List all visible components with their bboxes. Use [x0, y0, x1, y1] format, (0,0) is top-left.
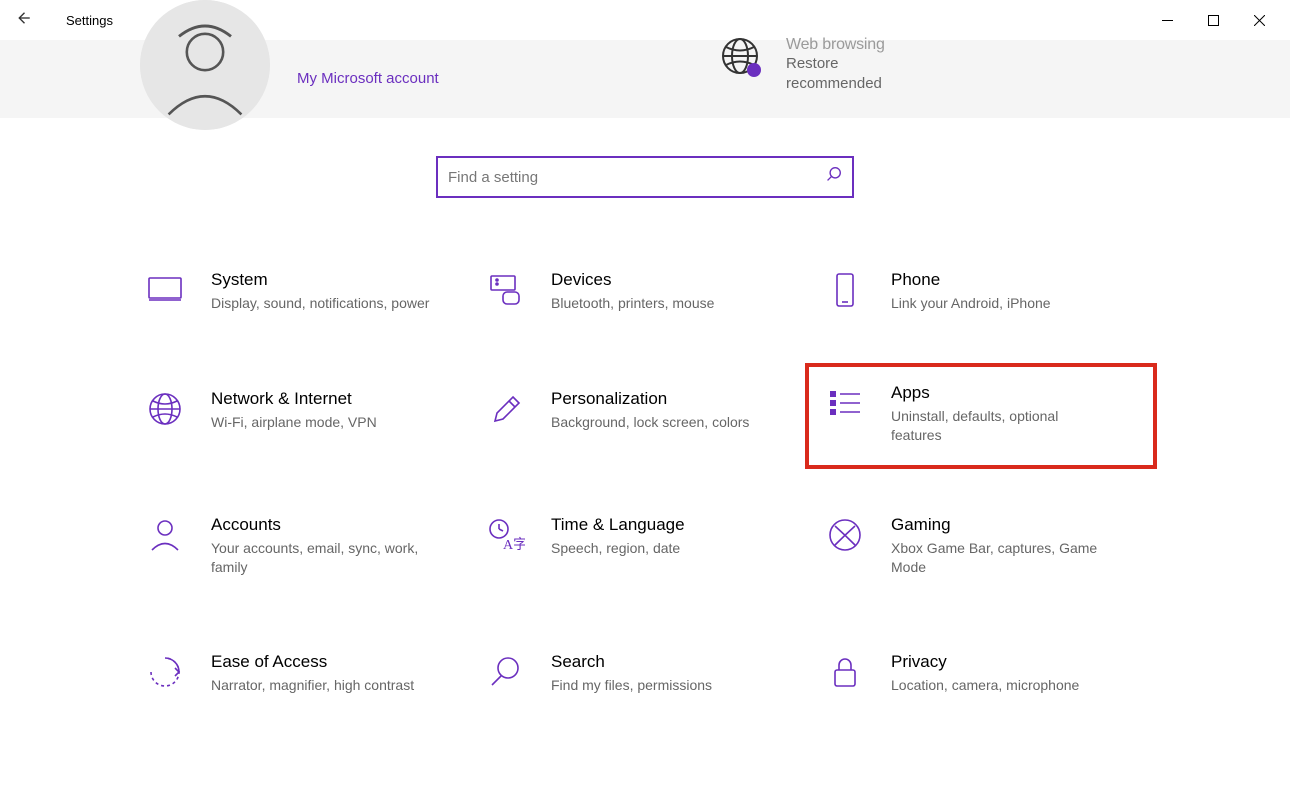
system-icon	[145, 270, 185, 310]
person-icon	[145, 515, 185, 555]
ease-of-access-icon	[145, 652, 185, 692]
category-desc: Link your Android, iPhone	[891, 294, 1051, 313]
category-desc: Find my files, permissions	[551, 676, 712, 695]
globe-icon	[720, 36, 764, 80]
xbox-icon	[825, 515, 865, 555]
category-gaming[interactable]: Gaming Xbox Game Bar, captures, Game Mod…	[825, 509, 1145, 583]
magnifier-icon	[485, 652, 525, 692]
globe-icon	[145, 389, 185, 429]
category-title: Privacy	[891, 652, 1079, 672]
category-title: Accounts	[211, 515, 431, 535]
svg-text:A字: A字	[503, 537, 525, 553]
category-desc: Narrator, magnifier, high contrast	[211, 676, 414, 695]
category-desc: Wi-Fi, airplane mode, VPN	[211, 413, 377, 432]
paintbrush-icon	[485, 389, 525, 429]
category-search[interactable]: Search Find my files, permissions	[485, 646, 805, 701]
devices-icon	[485, 270, 525, 310]
category-title: Network & Internet	[211, 389, 377, 409]
apps-icon	[825, 383, 865, 423]
search-box[interactable]	[436, 156, 854, 198]
search-input[interactable]	[448, 169, 825, 186]
category-title: System	[211, 270, 429, 290]
web-browsing-subtitle: Restore recommended	[786, 54, 906, 95]
web-browsing-status[interactable]: Web browsing Restore recommended	[720, 36, 906, 95]
category-title: Personalization	[551, 389, 749, 409]
category-apps[interactable]: Apps Uninstall, defaults, optional featu…	[807, 365, 1155, 467]
window-title: Settings	[66, 13, 113, 28]
maximize-button[interactable]	[1190, 15, 1236, 26]
back-button[interactable]	[8, 9, 38, 32]
time-language-icon: A字	[485, 515, 525, 555]
category-title: Devices	[551, 270, 714, 290]
category-desc: Background, lock screen, colors	[551, 413, 749, 432]
category-title: Phone	[891, 270, 1051, 290]
categories-grid: System Display, sound, notifications, po…	[145, 264, 1145, 701]
avatar	[140, 0, 270, 130]
category-devices[interactable]: Devices Bluetooth, printers, mouse	[485, 264, 805, 319]
account-band: My Microsoft account Web browsing Restor…	[0, 40, 1290, 118]
category-desc: Your accounts, email, sync, work, family	[211, 539, 431, 577]
category-title: Search	[551, 652, 712, 672]
category-desc: Speech, region, date	[551, 539, 685, 558]
category-desc: Bluetooth, printers, mouse	[551, 294, 714, 313]
phone-icon	[825, 270, 865, 310]
minimize-button[interactable]	[1144, 15, 1190, 26]
category-title: Ease of Access	[211, 652, 414, 672]
category-title: Apps	[891, 383, 1111, 403]
category-desc: Location, camera, microphone	[891, 676, 1079, 695]
lock-icon	[825, 652, 865, 692]
close-button[interactable]	[1236, 15, 1282, 26]
category-network[interactable]: Network & Internet Wi-Fi, airplane mode,…	[145, 383, 465, 445]
category-desc: Xbox Game Bar, captures, Game Mode	[891, 539, 1111, 577]
category-title: Gaming	[891, 515, 1111, 535]
category-desc: Uninstall, defaults, optional features	[891, 407, 1111, 445]
category-time-language[interactable]: A字 Time & Language Speech, region, date	[485, 509, 805, 583]
category-ease-of-access[interactable]: Ease of Access Narrator, magnifier, high…	[145, 646, 465, 701]
category-accounts[interactable]: Accounts Your accounts, email, sync, wor…	[145, 509, 465, 583]
category-system[interactable]: System Display, sound, notifications, po…	[145, 264, 465, 319]
category-phone[interactable]: Phone Link your Android, iPhone	[825, 264, 1145, 319]
web-browsing-title: Web browsing	[786, 36, 906, 54]
category-title: Time & Language	[551, 515, 685, 535]
search-icon	[825, 166, 842, 188]
category-privacy[interactable]: Privacy Location, camera, microphone	[825, 646, 1145, 701]
category-desc: Display, sound, notifications, power	[211, 294, 429, 313]
category-personalization[interactable]: Personalization Background, lock screen,…	[485, 383, 805, 445]
my-microsoft-account-link[interactable]: My Microsoft account	[297, 70, 439, 87]
